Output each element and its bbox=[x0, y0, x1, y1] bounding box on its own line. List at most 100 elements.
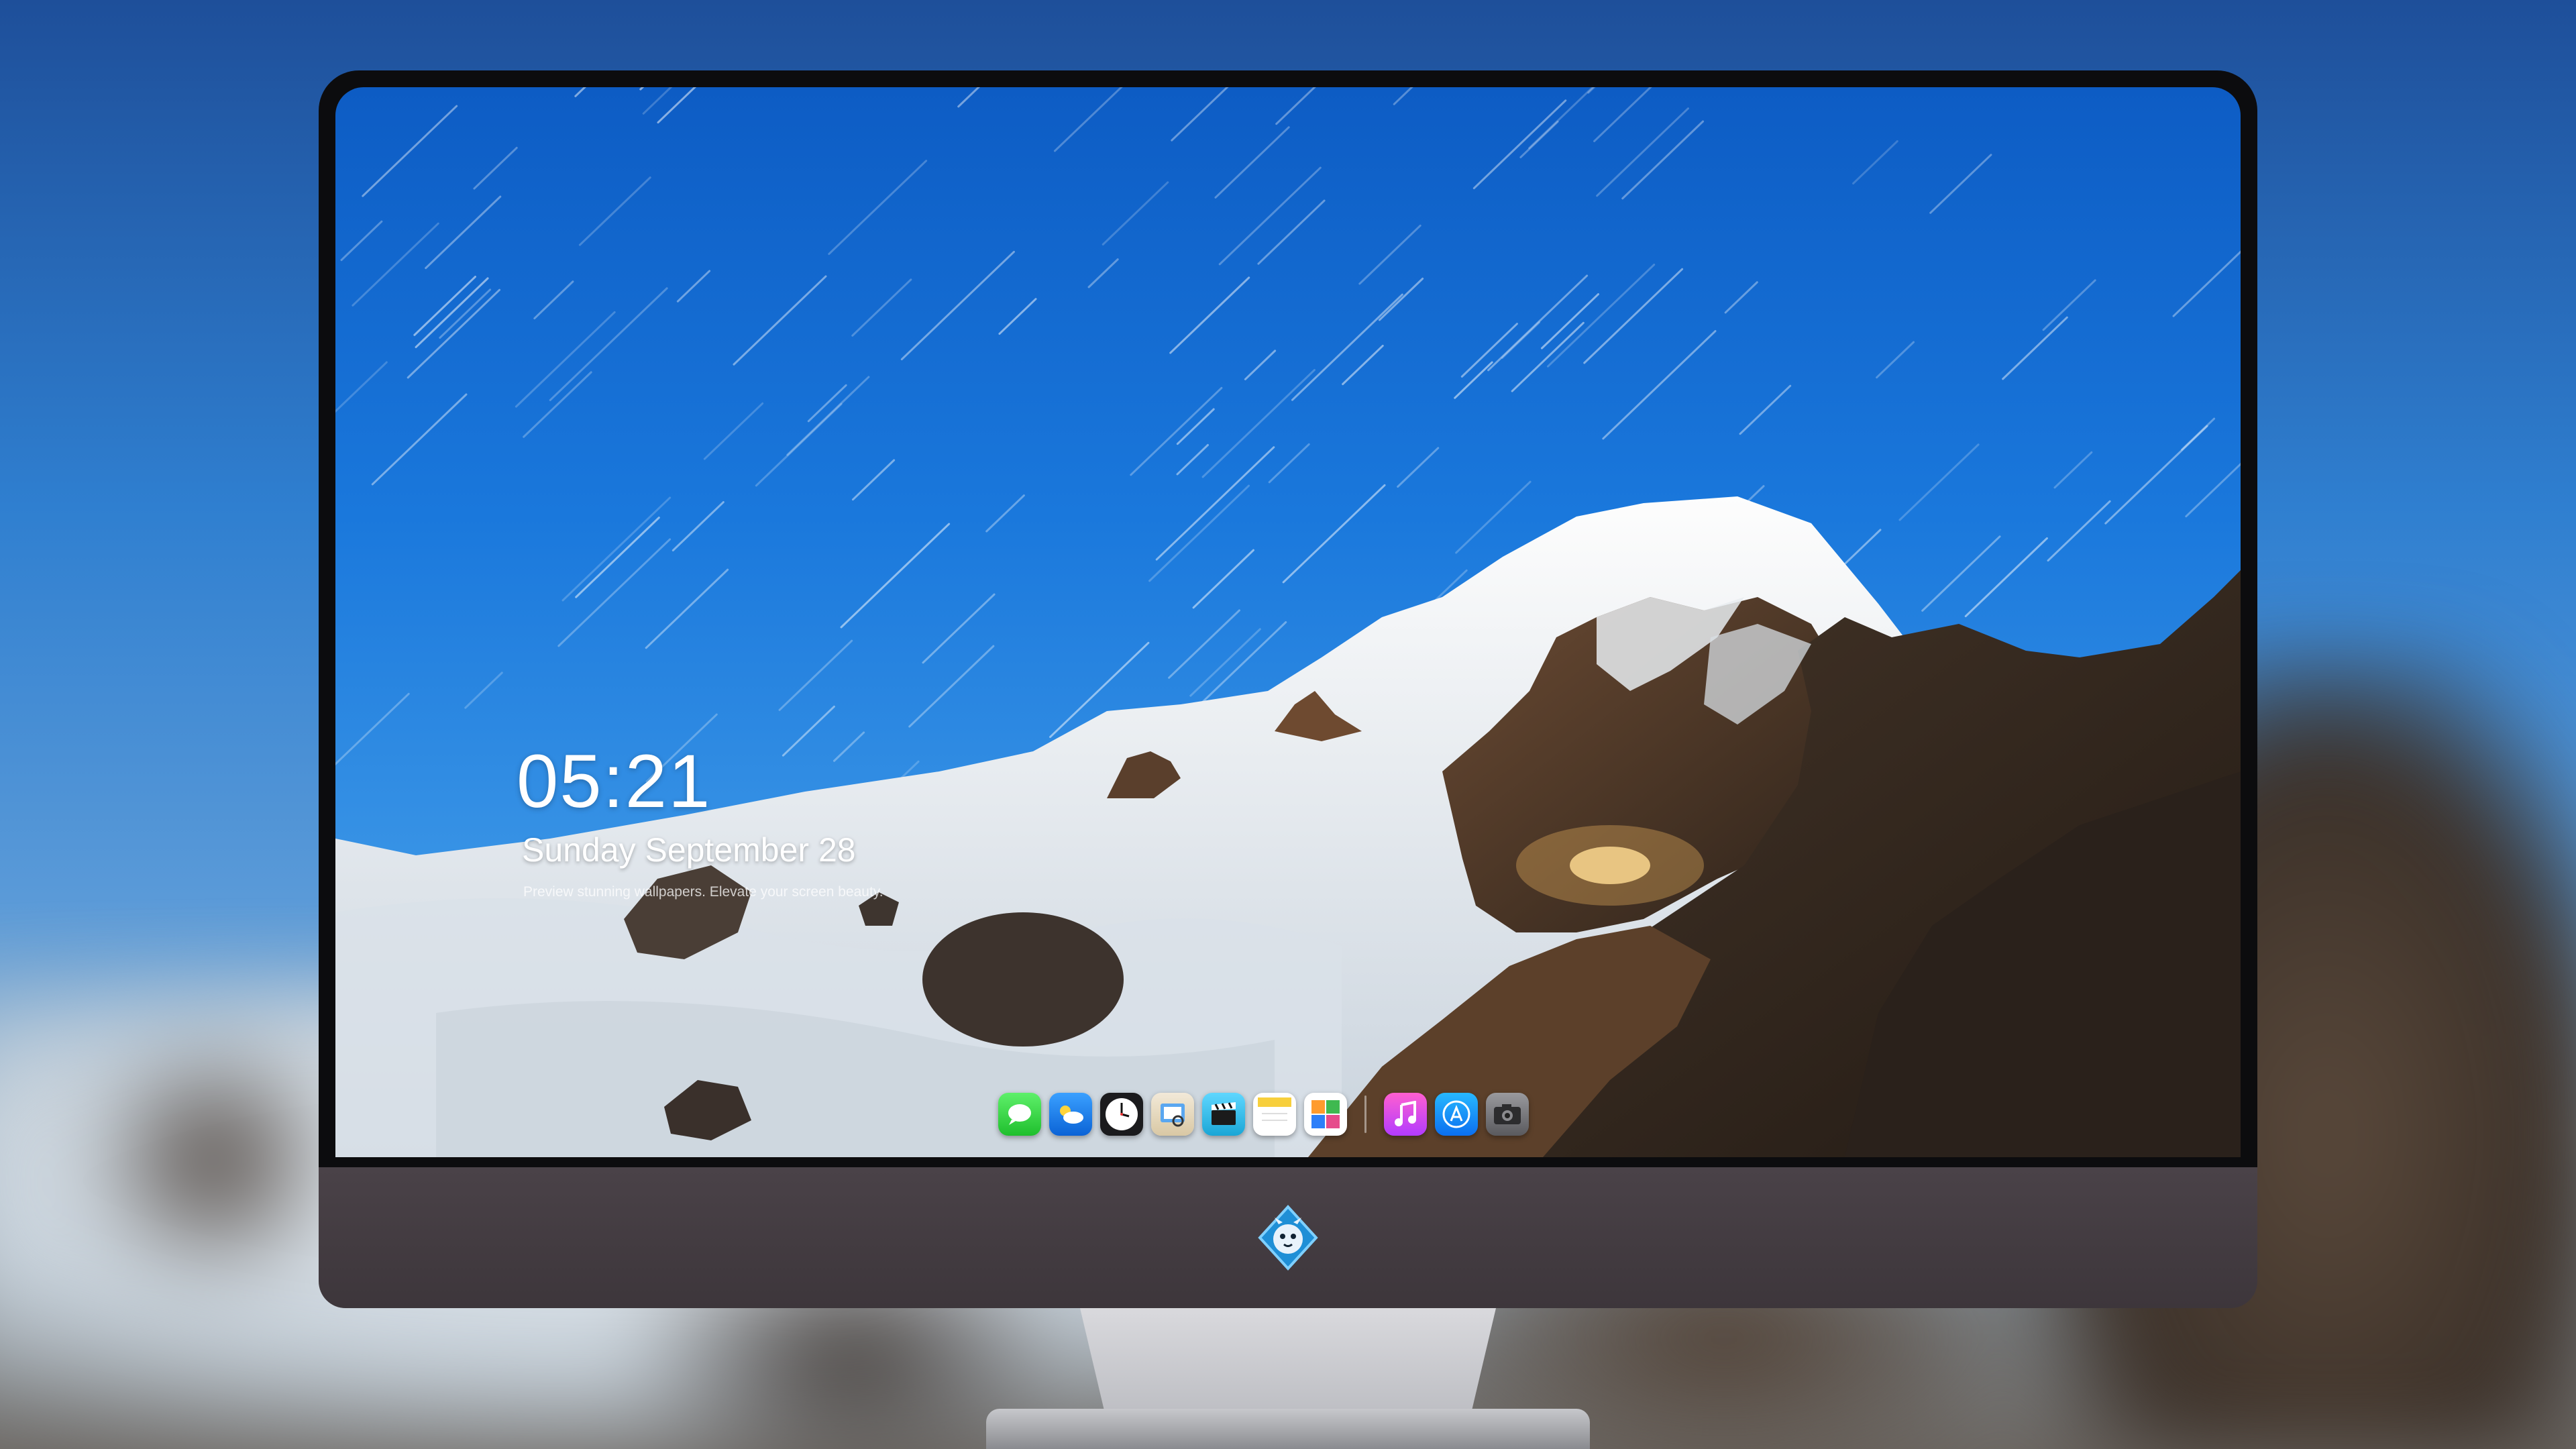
star-trail bbox=[1102, 181, 1169, 246]
star-trail bbox=[1546, 264, 1656, 368]
star-trail bbox=[1739, 384, 1792, 435]
star-trail bbox=[2185, 462, 2241, 518]
star-trail bbox=[733, 275, 827, 366]
star-trail bbox=[1189, 628, 1261, 697]
star-trail bbox=[574, 87, 586, 97]
star-trail bbox=[2172, 250, 2241, 317]
star-trail bbox=[464, 672, 503, 709]
star-trail bbox=[1511, 321, 1585, 392]
star-trail bbox=[1087, 258, 1119, 288]
star-trail bbox=[523, 371, 592, 438]
star-trail bbox=[672, 501, 724, 551]
star-trail bbox=[828, 160, 928, 256]
star-trail bbox=[1397, 447, 1440, 488]
star-trail bbox=[2104, 425, 2208, 525]
imac-monitor: 05:21 Sunday September 28 Preview stunni… bbox=[319, 70, 2257, 1308]
star-trail bbox=[1501, 321, 1541, 359]
star-trail bbox=[1171, 87, 1229, 142]
star-trail bbox=[1454, 361, 1493, 399]
star-trail bbox=[533, 280, 574, 320]
star-trail bbox=[833, 731, 865, 762]
star-trail bbox=[1053, 87, 1123, 152]
star-trail bbox=[1275, 87, 1316, 125]
star-trail bbox=[335, 692, 410, 766]
star-trail bbox=[851, 459, 896, 501]
star-trail bbox=[1964, 537, 2048, 618]
star-trail bbox=[642, 87, 673, 115]
star-trail bbox=[1257, 199, 1326, 265]
star-trail bbox=[1291, 293, 1403, 401]
dock bbox=[998, 1088, 1602, 1140]
star-trail bbox=[1587, 87, 1596, 94]
clock-icon[interactable] bbox=[1100, 1093, 1143, 1136]
star-trail bbox=[1378, 277, 1424, 321]
messages-icon[interactable] bbox=[998, 1093, 1041, 1136]
lock-screen-clock: 05:21 bbox=[517, 739, 712, 823]
star-trail bbox=[1214, 126, 1290, 199]
star-trail bbox=[908, 645, 995, 728]
star-trail bbox=[1593, 87, 1652, 142]
star-trail bbox=[439, 288, 492, 339]
star-trail bbox=[2002, 316, 2068, 380]
star-trail bbox=[840, 523, 951, 629]
preview-icon[interactable] bbox=[1151, 1093, 1194, 1136]
star-trail bbox=[2047, 500, 2111, 562]
notes-icon[interactable] bbox=[1253, 1093, 1296, 1136]
wallpaper bbox=[335, 87, 2241, 1157]
star-trail bbox=[1148, 484, 1250, 582]
star-trail bbox=[1540, 293, 1599, 350]
star-trail bbox=[1342, 344, 1384, 386]
star-trail bbox=[851, 278, 912, 337]
star-trail bbox=[557, 538, 672, 647]
final-cut-icon[interactable] bbox=[1202, 1093, 1245, 1136]
star-trail bbox=[1596, 107, 1689, 197]
star-trail bbox=[1130, 386, 1223, 476]
star-trail bbox=[985, 494, 1025, 533]
lock-screen: 05:21 Sunday September 28 Preview stunni… bbox=[335, 87, 2241, 1157]
music-icon[interactable] bbox=[1384, 1093, 1427, 1136]
star-trail bbox=[335, 361, 388, 413]
star-trail bbox=[549, 287, 668, 401]
star-trail bbox=[407, 288, 501, 379]
star-trail bbox=[561, 496, 672, 602]
monitor-stand-base bbox=[986, 1409, 1590, 1449]
star-trail bbox=[473, 146, 518, 190]
star-trail bbox=[782, 705, 835, 757]
camera-icon[interactable] bbox=[1486, 1093, 1529, 1136]
lock-screen-date: Sunday September 28 bbox=[522, 831, 856, 869]
star-trail bbox=[645, 568, 729, 649]
star-trail bbox=[1455, 480, 1532, 554]
star-trail bbox=[1898, 443, 1980, 521]
star-trail bbox=[1168, 609, 1240, 679]
star-trail bbox=[1192, 549, 1254, 609]
star-trail bbox=[998, 298, 1037, 335]
star-trail bbox=[657, 87, 697, 124]
star-trail bbox=[1169, 276, 1250, 354]
star-trail bbox=[922, 593, 996, 664]
star-trail bbox=[1393, 87, 1413, 105]
star-trail bbox=[703, 402, 764, 460]
star-trail bbox=[1176, 408, 1215, 445]
dock-separator bbox=[1364, 1095, 1366, 1133]
weather-icon[interactable] bbox=[1049, 1093, 1092, 1136]
app-store-icon[interactable] bbox=[1435, 1093, 1478, 1136]
star-trail bbox=[2042, 279, 2096, 331]
star-trail bbox=[900, 250, 1015, 361]
star-trail bbox=[515, 311, 616, 408]
star-trail bbox=[778, 639, 853, 711]
star-trail bbox=[1583, 268, 1684, 364]
star-trail bbox=[1876, 341, 1915, 379]
star-trail bbox=[1358, 224, 1421, 285]
star-trail bbox=[1282, 484, 1386, 584]
star-trail bbox=[413, 276, 476, 336]
star-trail bbox=[2053, 451, 2093, 489]
star-trail bbox=[676, 270, 711, 303]
star-trail bbox=[1218, 166, 1322, 266]
brand-logo-icon bbox=[1254, 1204, 1322, 1271]
star-trail bbox=[362, 105, 458, 197]
star-trail bbox=[1176, 443, 1209, 476]
photos-icon[interactable] bbox=[1304, 1093, 1347, 1136]
star-trail bbox=[340, 220, 383, 262]
star-trail bbox=[1244, 350, 1277, 380]
star-trail bbox=[1268, 443, 1310, 484]
